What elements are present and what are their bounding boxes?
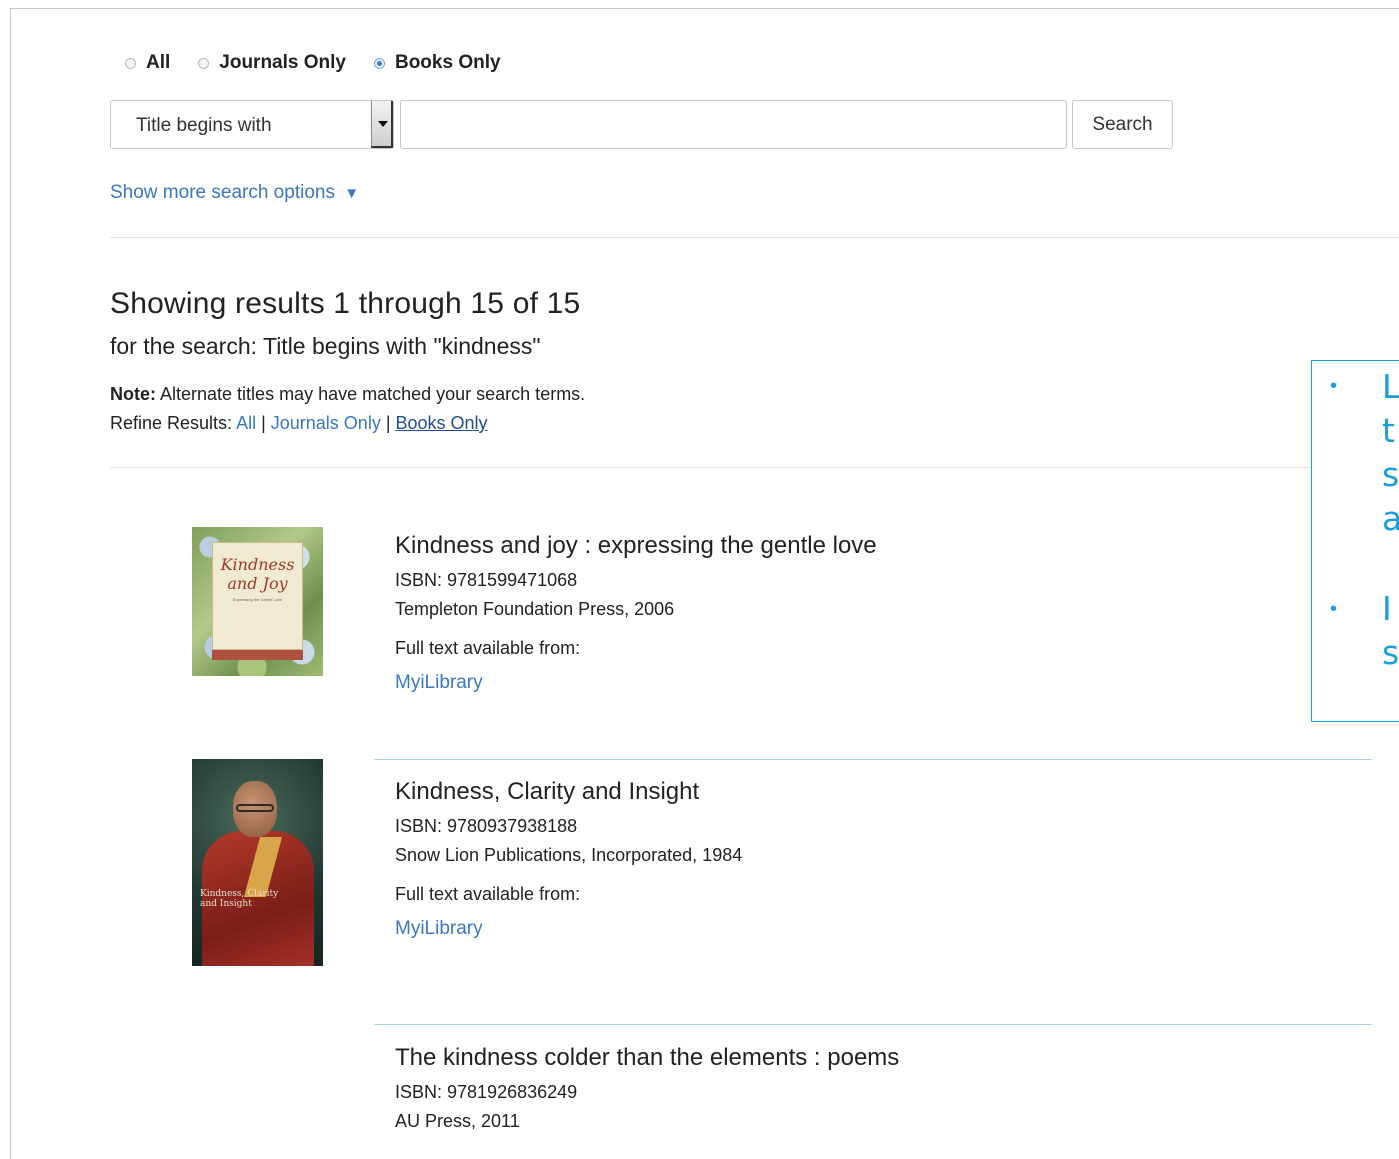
note-label: Note: xyxy=(110,384,156,404)
cover-author-band xyxy=(212,650,303,660)
book-isbn: ISBN: 9780937938188 xyxy=(395,816,578,836)
result-separator xyxy=(374,759,1372,760)
bullet-icon: • xyxy=(1330,375,1338,397)
cover-title-line1: Kindness xyxy=(220,555,295,574)
dropdown-arrow-button[interactable] xyxy=(371,101,393,148)
book-publisher: AU Press, 2011 xyxy=(395,1111,520,1131)
cover-glasses xyxy=(236,804,274,812)
cover-title-line1: Kindness, Clarity xyxy=(200,889,279,899)
book-isbn: ISBN: 9781599471068 xyxy=(395,570,578,590)
full-text-label: Full text available from: xyxy=(395,638,581,658)
results-count-heading: Showing results 1 through 15 of 15 xyxy=(110,287,581,320)
provider-link[interactable]: MyiLibrary xyxy=(395,672,877,694)
radio-all-label: All xyxy=(146,52,171,73)
results-query-subheading: for the search: Title begins with "kindn… xyxy=(110,333,541,359)
divider xyxy=(110,237,1399,238)
content-type-filter: All Journals Only Books Only xyxy=(125,52,529,74)
bullet-icon: • xyxy=(1330,598,1338,620)
result-separator xyxy=(374,1024,1372,1025)
book-cover-kindness-clarity-insight[interactable]: Kindness, Clarity and Insight xyxy=(192,759,323,966)
refine-separator: | xyxy=(380,413,396,433)
cover-title-panel: Kindness and Joy Expressing the Gentle L… xyxy=(212,542,303,650)
book-title[interactable]: Kindness and joy : expressing the gentle… xyxy=(395,532,877,560)
chevron-down-icon xyxy=(378,121,388,127)
refine-all-link[interactable]: All xyxy=(236,413,256,433)
refine-label: Refine Results: xyxy=(110,413,237,433)
radio-button-icon[interactable] xyxy=(125,57,136,69)
divider xyxy=(110,467,1310,468)
callout-text-fragment: L xyxy=(1382,367,1399,406)
result-item: Kindness, Clarity and Insight ISBN: 9780… xyxy=(395,778,742,940)
radio-button-checked-icon[interactable] xyxy=(373,57,385,69)
search-button[interactable]: Search xyxy=(1072,100,1173,149)
refine-separator: | xyxy=(256,413,271,433)
result-item: The kindness colder than the elements : … xyxy=(395,1044,899,1136)
provider-link[interactable]: MyiLibrary xyxy=(395,918,742,940)
refine-journals-link[interactable]: Journals Only xyxy=(271,413,381,433)
search-mode-select[interactable]: Title begins with xyxy=(110,100,394,149)
radio-journals-only[interactable]: Journals Only xyxy=(198,52,346,74)
radio-journals-label: Journals Only xyxy=(219,52,346,73)
book-publisher: Snow Lion Publications, Incorporated, 19… xyxy=(395,845,743,865)
search-input[interactable] xyxy=(400,100,1067,149)
radio-button-icon[interactable] xyxy=(198,57,210,69)
book-publisher: Templeton Foundation Press, 2006 xyxy=(395,599,675,619)
book-isbn: ISBN: 9781926836249 xyxy=(395,1082,578,1102)
cover-title-text: Kindness, Clarity and Insight xyxy=(200,889,278,909)
triangle-down-icon: ▼ xyxy=(344,185,360,202)
callout-text-fragment: a xyxy=(1382,499,1399,539)
note-text: Alternate titles may have matched your s… xyxy=(156,384,586,404)
cover-subtitle: Expressing the Gentle Love xyxy=(232,597,283,602)
more-options-label: Show more search options xyxy=(110,182,335,203)
search-mode-value: Title begins with xyxy=(136,115,272,136)
callout-text-fragment: I xyxy=(1382,589,1392,628)
book-title[interactable]: Kindness, Clarity and Insight xyxy=(395,778,742,806)
callout-text-fragment: t xyxy=(1382,411,1395,450)
refine-results: Refine Results: All | Journals Only | Bo… xyxy=(110,413,488,434)
radio-books-only[interactable]: Books Only xyxy=(373,52,501,74)
help-callout: • L t s a • I s xyxy=(1311,360,1399,722)
result-item: Kindness and joy : expressing the gentle… xyxy=(395,532,877,694)
callout-text-fragment: s xyxy=(1382,455,1399,494)
full-text-label: Full text available from: xyxy=(395,884,581,904)
radio-books-label: Books Only xyxy=(394,52,501,73)
cover-title-line2: and Insight xyxy=(200,899,252,909)
refine-books-link[interactable]: Books Only xyxy=(396,413,488,433)
radio-all[interactable]: All xyxy=(125,52,170,74)
callout-text-fragment: s xyxy=(1382,633,1399,672)
alternate-titles-note: Note: Alternate titles may have matched … xyxy=(110,384,585,405)
cover-title-line2: and Joy xyxy=(227,574,288,593)
book-title[interactable]: The kindness colder than the elements : … xyxy=(395,1044,899,1072)
show-more-search-options-link[interactable]: Show more search options ▼ xyxy=(110,182,359,204)
book-cover-kindness-and-joy[interactable]: Kindness and Joy Expressing the Gentle L… xyxy=(192,527,323,676)
